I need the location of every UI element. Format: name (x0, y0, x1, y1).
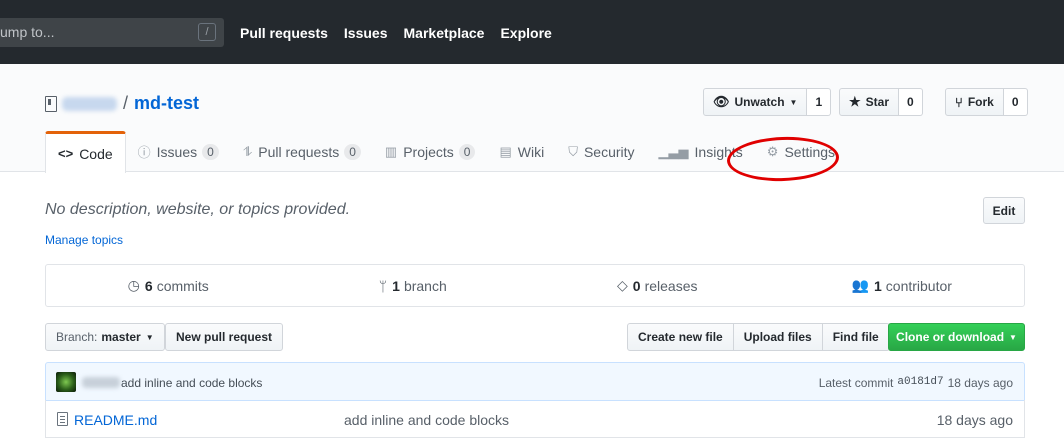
nav-explore[interactable]: Explore (500, 25, 551, 41)
create-new-file-button[interactable]: Create new file (627, 323, 734, 351)
project-icon: ▥ (384, 143, 398, 159)
new-pull-request-button[interactable]: New pull request (165, 323, 284, 351)
file-icon (57, 412, 68, 426)
file-name-link[interactable]: README.md (74, 412, 157, 428)
tab-projects-label: Projects (403, 143, 454, 160)
repo-name-link[interactable]: md-test (134, 93, 199, 114)
pull-request-icon: ⥮ (242, 143, 253, 159)
star-label: Star (865, 95, 889, 109)
search-placeholder: ump to... (0, 24, 55, 40)
search-input[interactable]: ump to... / (0, 18, 224, 47)
contributors-label: contributor (885, 277, 952, 294)
watch-label: Unwatch (734, 95, 785, 109)
nav-issues[interactable]: Issues (344, 25, 388, 41)
branch-select-button[interactable]: Branch: master ▼ (45, 323, 165, 351)
nav-marketplace[interactable]: Marketplace (404, 25, 485, 41)
summary-commits[interactable]: ◷ 6 commits (46, 265, 291, 306)
summary-branches[interactable]: ᛘ 1 branch (291, 265, 536, 306)
tab-code[interactable]: <> Code (45, 131, 126, 173)
find-file-button[interactable]: Find file (821, 323, 890, 351)
file-row: README.md add inline and code blocks 18 … (45, 400, 1025, 438)
releases-label: releases (644, 277, 698, 294)
file-commit-message[interactable]: add inline and code blocks (344, 412, 509, 428)
star-group: ★ Star 0 (839, 88, 923, 116)
contributors-count: 1 (873, 277, 882, 294)
tab-code-label: Code (79, 145, 113, 162)
branches-count: 1 (392, 277, 400, 294)
edit-button[interactable]: Edit (983, 197, 1025, 224)
fork-count[interactable]: 0 (1003, 88, 1028, 116)
eye-icon: 👁 (713, 94, 730, 109)
upload-files-button[interactable]: Upload files (732, 323, 823, 351)
tab-pull-requests-count: 0 (344, 143, 361, 160)
manage-topics-link[interactable]: Manage topics (45, 233, 123, 247)
nav-pull-requests[interactable]: Pull requests (240, 25, 328, 41)
branches-label: branch (403, 277, 447, 294)
commit-sha-link[interactable]: a0181d7 (897, 376, 943, 390)
commit-age: 18 days ago (947, 376, 1013, 390)
tab-wiki-label: Wiki (517, 143, 545, 160)
summary-releases[interactable]: ◇ 0 releases (535, 265, 780, 306)
latest-commit-bar: add inline and code blocks Latest commit… (45, 362, 1025, 401)
issue-icon: ⓘ (137, 145, 151, 160)
tab-pull-requests-label: Pull requests (258, 143, 340, 160)
repo-title: / md-test (45, 93, 199, 114)
chevron-down-icon: ▼ (789, 97, 798, 107)
tab-security-label: Security (583, 143, 635, 160)
repo-separator: / (123, 93, 129, 113)
people-icon: 👥 (851, 277, 869, 293)
file-age: 18 days ago (936, 412, 1013, 428)
repo-owner-blurred[interactable] (62, 96, 117, 111)
branch-icon: ᛘ (378, 277, 388, 294)
releases-count: 0 (632, 277, 641, 294)
commits-label: commits (156, 277, 209, 294)
tab-issues[interactable]: ⓘ Issues 0 (126, 131, 231, 172)
tag-icon: ◇ (617, 277, 628, 293)
tab-issues-count: 0 (202, 143, 219, 160)
tab-wiki[interactable]: ▤ Wiki (487, 131, 556, 172)
tab-issues-label: Issues (156, 143, 198, 160)
fork-label: Fork (967, 95, 994, 109)
file-actions-group: Create new file Upload files Find file (627, 323, 890, 351)
graph-icon: ▁▃▅ (658, 143, 689, 159)
clone-label: Clone or download (896, 330, 1005, 344)
fork-group: ⑂ Fork 0 (945, 88, 1028, 116)
commit-author-blurred[interactable] (82, 377, 120, 388)
chevron-down-icon: ▼ (1009, 332, 1017, 342)
code-icon: <> (58, 146, 74, 161)
fork-icon: ⑂ (955, 94, 963, 110)
history-icon: ◷ (127, 277, 140, 293)
top-header: ump to... / Pull requests Issues Marketp… (0, 0, 1064, 64)
tab-projects[interactable]: ▥ Projects 0 (373, 131, 488, 172)
watch-button[interactable]: 👁 Unwatch ▼ (703, 88, 808, 116)
repo-icon (45, 95, 57, 112)
tab-projects-count: 0 (458, 143, 476, 160)
star-count[interactable]: 0 (899, 88, 923, 116)
branch-value: master (101, 330, 141, 344)
search-shortcut-key: / (198, 23, 216, 41)
avatar[interactable] (56, 372, 76, 392)
summary-contributors[interactable]: 👥 1 contributor (780, 265, 1025, 306)
tab-pull-requests[interactable]: ⥮ Pull requests 0 (231, 131, 373, 172)
tab-security[interactable]: ⛉ Security (556, 131, 646, 172)
clone-download-button[interactable]: Clone or download ▼ (888, 323, 1025, 351)
repo-tabs: <> Code ⓘ Issues 0 ⥮ Pull requests 0 ▥ P… (45, 131, 847, 173)
repo-description: No description, website, or topics provi… (45, 201, 351, 218)
book-icon: ▤ (499, 143, 512, 159)
star-button[interactable]: ★ Star (839, 88, 899, 116)
commit-message[interactable]: add inline and code blocks (121, 376, 262, 390)
global-nav: Pull requests Issues Marketplace Explore (240, 25, 552, 41)
chevron-down-icon: ▼ (145, 332, 154, 342)
repo-summary: ◷ 6 commits ᛘ 1 branch ◇ 0 releases 👥 1 … (45, 264, 1025, 307)
fork-button[interactable]: ⑂ Fork (945, 88, 1004, 116)
watch-count[interactable]: 1 (807, 88, 832, 116)
latest-commit-info: Latest commit a0181d7 18 days ago (819, 376, 1013, 390)
branch-label: Branch: (56, 330, 98, 344)
latest-commit-label: Latest commit (818, 376, 894, 390)
watch-group: 👁 Unwatch ▼ 1 (703, 88, 832, 116)
shield-icon: ⛉ (568, 143, 578, 159)
star-icon: ★ (849, 94, 861, 109)
commits-count: 6 (144, 277, 153, 294)
